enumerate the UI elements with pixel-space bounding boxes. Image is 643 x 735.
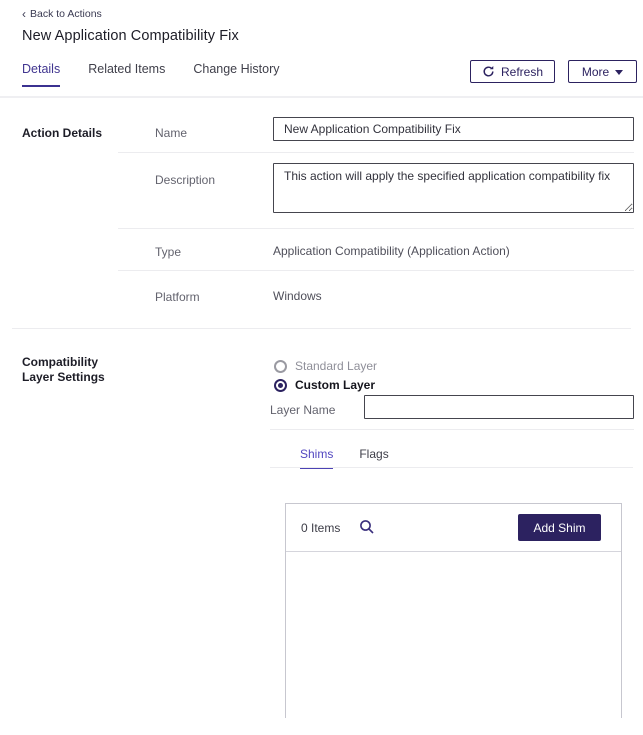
name-input[interactable]: [273, 117, 634, 141]
row-divider: [270, 429, 634, 430]
section-title-line1: Compatibility: [22, 355, 99, 369]
radio-button-selected-icon: [274, 378, 287, 392]
platform-field-label: Platform: [155, 290, 200, 304]
layer-name-field-label: Layer Name: [270, 403, 336, 417]
standard-layer-radio[interactable]: Standard Layer: [274, 359, 377, 373]
row-divider: [118, 228, 634, 229]
compatibility-layer-section-title: Compatibility Layer Settings: [22, 355, 105, 385]
back-link-label: Back to Actions: [30, 8, 102, 20]
page-title: New Application Compatibility Fix: [22, 28, 239, 44]
tab-details[interactable]: Details: [22, 62, 61, 87]
add-shim-button[interactable]: Add Shim: [518, 514, 601, 541]
chevron-left-icon: ‹: [22, 7, 26, 21]
platform-field-value: Windows: [273, 289, 322, 303]
row-divider: [118, 270, 634, 271]
sub-tab-divider: [270, 467, 633, 468]
tab-shims[interactable]: Shims: [300, 447, 334, 469]
back-to-actions-link[interactable]: ‹ Back to Actions: [22, 8, 102, 20]
name-field-label: Name: [155, 126, 188, 140]
page: ‹ Back to Actions New Application Compat…: [0, 0, 643, 735]
description-field-label: Description: [155, 173, 216, 187]
more-button-label: More: [581, 64, 610, 79]
custom-layer-radio[interactable]: Custom Layer: [274, 378, 375, 392]
section-title-line2: Layer Settings: [22, 370, 105, 384]
refresh-icon: [482, 65, 495, 78]
row-divider: [118, 152, 634, 153]
description-textarea[interactable]: This action will apply the specified app…: [273, 163, 634, 213]
tab-flags[interactable]: Flags: [359, 447, 388, 469]
standard-layer-radio-label: Standard Layer: [295, 359, 378, 373]
type-field-label: Type: [155, 245, 182, 259]
layer-sub-tab-bar: Shims Flags: [300, 447, 389, 469]
header-divider: [0, 96, 643, 98]
radio-button-icon: [274, 359, 287, 373]
tab-bar: Details Related Items Change History: [22, 62, 280, 87]
search-icon[interactable]: [358, 519, 376, 537]
tab-related-items[interactable]: Related Items: [88, 62, 165, 87]
items-count: 0 Items: [301, 520, 341, 535]
action-details-section-title: Action Details: [22, 126, 103, 140]
section-divider: [12, 328, 631, 329]
shims-panel-header: 0 Items Add Shim: [286, 504, 621, 552]
shims-panel: 0 Items Add Shim: [285, 503, 622, 718]
custom-layer-radio-label: Custom Layer: [295, 378, 376, 392]
more-button[interactable]: More: [568, 60, 637, 83]
tab-change-history[interactable]: Change History: [193, 62, 279, 87]
refresh-button-label: Refresh: [500, 64, 544, 79]
refresh-button[interactable]: Refresh: [470, 60, 555, 83]
chevron-down-icon: [615, 69, 624, 75]
shims-list: [286, 552, 621, 718]
layer-name-input[interactable]: [364, 395, 634, 419]
type-field-value: Application Compatibility (Application A…: [273, 244, 510, 258]
